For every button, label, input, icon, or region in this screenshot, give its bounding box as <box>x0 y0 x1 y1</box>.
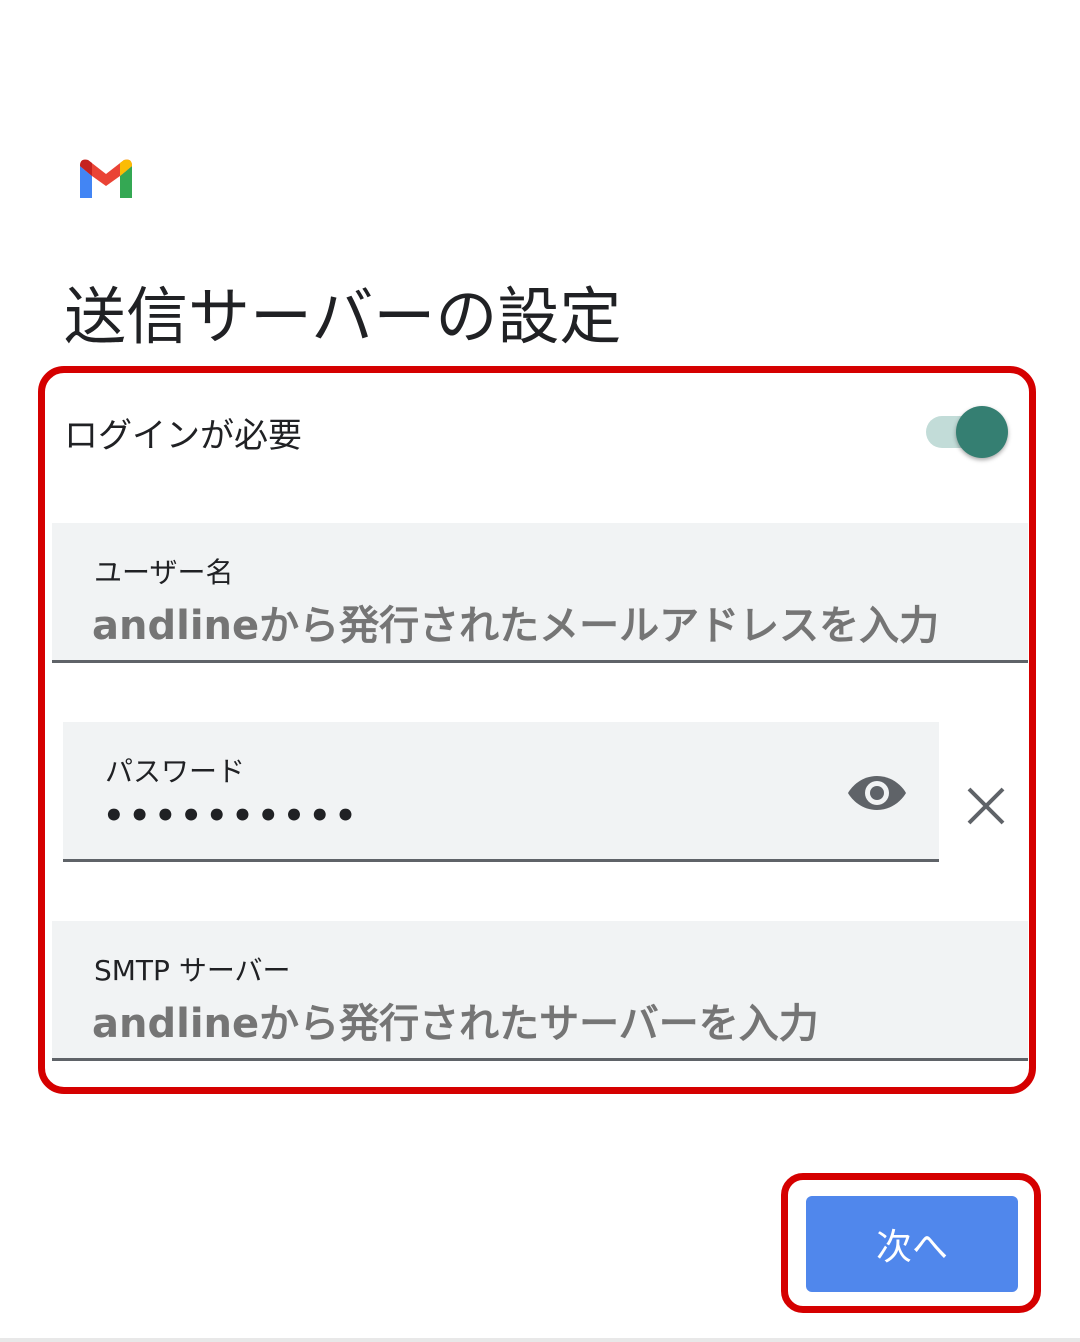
password-value: •••••••••• <box>103 796 361 836</box>
gmail-logo-icon <box>80 159 132 198</box>
eye-icon[interactable] <box>846 770 908 816</box>
next-button[interactable]: 次へ <box>806 1196 1018 1292</box>
username-value: andlineから発行されたメールアドレスを入力 <box>92 603 940 649</box>
smtp-server-label: SMTP サーバー <box>94 954 291 987</box>
password-label: パスワード <box>105 755 246 788</box>
username-field[interactable]: ユーザー名 andlineから発行されたメールアドレスを入力 <box>52 523 1028 663</box>
bottom-divider <box>0 1338 1080 1342</box>
login-required-label: ログインが必要 <box>64 416 302 456</box>
toggle-thumb <box>956 406 1008 458</box>
username-label: ユーザー名 <box>94 556 234 589</box>
page-title: 送信サーバーの設定 <box>64 280 622 353</box>
smtp-server-field[interactable]: SMTP サーバー andlineから発行されたサーバーを入力 <box>52 921 1028 1061</box>
login-required-toggle[interactable] <box>926 404 1010 458</box>
smtp-server-value: andlineから発行されたサーバーを入力 <box>92 1001 819 1047</box>
password-field[interactable]: パスワード •••••••••• <box>63 722 939 862</box>
close-icon[interactable] <box>962 782 1010 830</box>
